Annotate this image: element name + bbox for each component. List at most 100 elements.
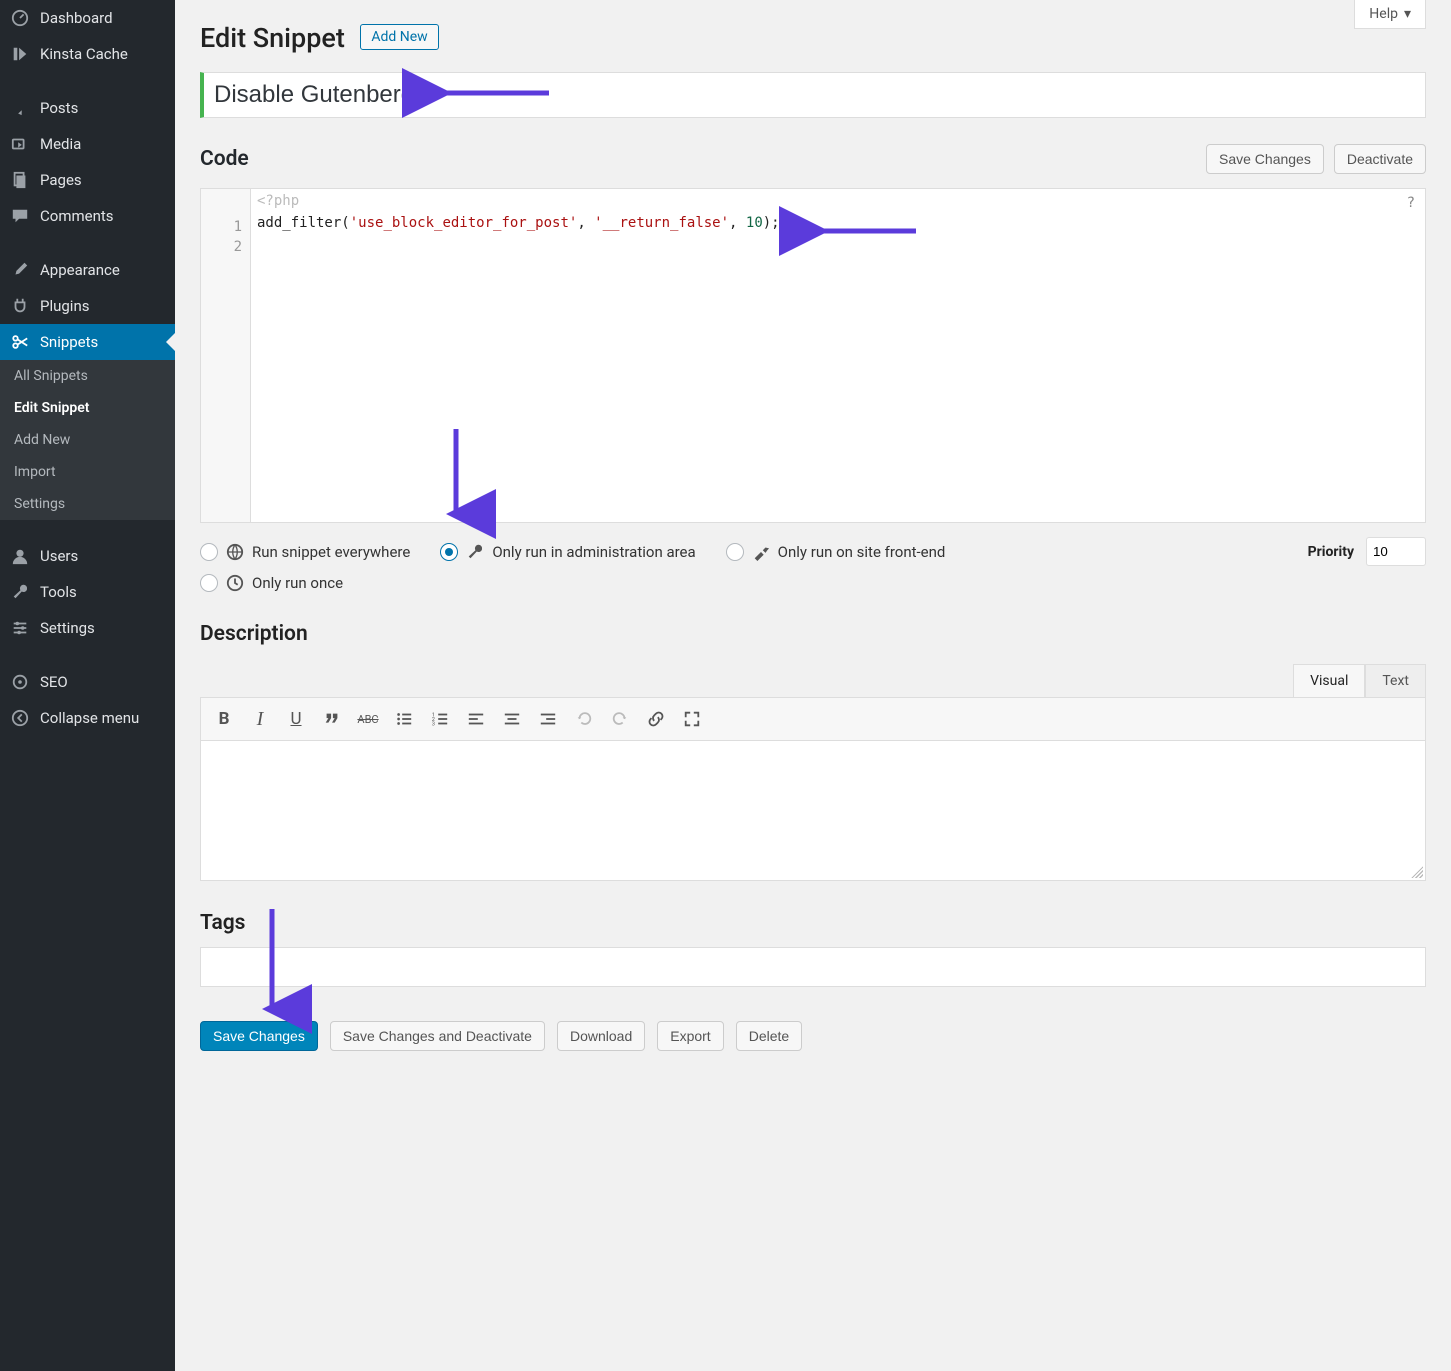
save-and-deactivate-button[interactable]: Save Changes and Deactivate [330, 1021, 545, 1051]
sidebar-collapse[interactable]: Collapse menu [0, 700, 175, 736]
sidebar-label: Posts [40, 99, 78, 117]
seo-icon [10, 673, 30, 691]
numbered-list-button[interactable]: 123 [423, 702, 457, 736]
sidebar-item-dashboard[interactable]: Dashboard [0, 0, 175, 36]
priority-input[interactable] [1366, 537, 1426, 566]
sidebar-item-snippets[interactable]: Snippets [0, 324, 175, 360]
deactivate-button[interactable]: Deactivate [1334, 144, 1426, 174]
sidebar-label: Users [40, 547, 78, 565]
sidebar-item-pages[interactable]: Pages [0, 162, 175, 198]
code-help-icon[interactable]: ? [1407, 195, 1415, 211]
sidebar-item-tools[interactable]: Tools [0, 574, 175, 610]
sidebar-label: Dashboard [40, 9, 113, 27]
sidebar-item-media[interactable]: Media [0, 126, 175, 162]
redo-button[interactable] [603, 702, 637, 736]
help-tab[interactable]: Help ▾ [1354, 0, 1426, 29]
wrench-icon [10, 583, 30, 601]
chevron-down-icon: ▾ [1404, 6, 1411, 22]
strikethrough-button[interactable]: ABC [351, 702, 385, 736]
sidebar-label: Collapse menu [40, 709, 139, 727]
submenu-add-new[interactable]: Add New [0, 424, 175, 456]
save-changes-button-top[interactable]: Save Changes [1206, 144, 1324, 174]
description-editor[interactable] [200, 741, 1426, 881]
snippet-title-input[interactable] [212, 77, 1417, 113]
sidebar-item-plugins[interactable]: Plugins [0, 288, 175, 324]
italic-button[interactable]: I [243, 702, 277, 736]
tab-visual[interactable]: Visual [1293, 664, 1365, 697]
sidebar-label: Appearance [40, 261, 120, 279]
scope-label: Only run once [252, 574, 343, 592]
priority-label: Priority [1308, 544, 1354, 560]
php-open-tag: <?php [251, 189, 1425, 213]
sidebar-label: Plugins [40, 297, 89, 315]
bullet-list-button[interactable] [387, 702, 421, 736]
snippet-title-wrap [200, 72, 1426, 118]
pin-icon [10, 99, 30, 117]
sidebar-item-seo[interactable]: SEO [0, 664, 175, 700]
description-heading: Description [200, 622, 1426, 646]
sidebar-item-appearance[interactable]: Appearance [0, 252, 175, 288]
bold-button[interactable]: B [207, 702, 241, 736]
sidebar-item-users[interactable]: Users [0, 538, 175, 574]
sidebar-label: Snippets [40, 333, 98, 351]
editor-tabs: Visual Text [200, 664, 1426, 697]
scope-once[interactable]: Only run once [200, 574, 1426, 592]
export-button[interactable]: Export [657, 1021, 723, 1051]
radio-icon [200, 543, 218, 561]
main-content: Help ▾ Edit Snippet Add New Code Save Ch… [175, 0, 1451, 1371]
wrench-icon [466, 543, 484, 561]
priority-field: Priority [1308, 537, 1426, 566]
globe-icon [226, 543, 244, 561]
page-title: Edit Snippet [200, 22, 345, 54]
pages-icon [10, 171, 30, 189]
link-button[interactable] [639, 702, 673, 736]
kinsta-icon [10, 45, 30, 63]
fullscreen-button[interactable] [675, 702, 709, 736]
code-line-1[interactable]: add_filter('use_block_editor_for_post', … [251, 213, 1425, 233]
save-changes-button[interactable]: Save Changes [200, 1021, 318, 1051]
undo-button[interactable] [567, 702, 601, 736]
tab-text[interactable]: Text [1365, 664, 1426, 697]
resize-handle[interactable] [1411, 866, 1423, 878]
blockquote-button[interactable] [315, 702, 349, 736]
submenu-all-snippets[interactable]: All Snippets [0, 360, 175, 392]
sidebar-label: Settings [40, 619, 95, 637]
align-left-button[interactable] [459, 702, 493, 736]
submenu-edit-snippet[interactable]: Edit Snippet [0, 392, 175, 424]
hammer-icon [752, 543, 770, 561]
delete-button[interactable]: Delete [736, 1021, 802, 1051]
sidebar-label: SEO [40, 673, 68, 691]
scope-frontend[interactable]: Only run on site front-end [726, 543, 946, 561]
sidebar-label: Tools [40, 583, 77, 601]
code-editor[interactable]: 12 <?php add_filter('use_block_editor_fo… [200, 188, 1426, 523]
scope-label: Only run on site front-end [778, 543, 946, 561]
add-new-button[interactable]: Add New [360, 24, 438, 50]
scope-admin[interactable]: Only run in administration area [440, 543, 695, 561]
scissors-icon [10, 333, 30, 351]
code-heading: Code [200, 147, 1196, 171]
align-center-button[interactable] [495, 702, 529, 736]
radio-icon [726, 543, 744, 561]
admin-sidebar: Dashboard Kinsta Cache Posts Media Pages… [0, 0, 175, 1371]
align-right-button[interactable] [531, 702, 565, 736]
download-button[interactable]: Download [557, 1021, 645, 1051]
svg-text:3: 3 [432, 721, 435, 727]
scope-label: Only run in administration area [492, 543, 695, 561]
sidebar-submenu-snippets: All Snippets Edit Snippet Add New Import… [0, 360, 175, 520]
sidebar-item-posts[interactable]: Posts [0, 90, 175, 126]
sidebar-label: Kinsta Cache [40, 45, 128, 63]
underline-button[interactable]: U [279, 702, 313, 736]
sidebar-item-settings[interactable]: Settings [0, 610, 175, 646]
collapse-icon [10, 709, 30, 727]
scope-everywhere[interactable]: Run snippet everywhere [200, 543, 410, 561]
dashboard-icon [10, 9, 30, 27]
submenu-settings[interactable]: Settings [0, 488, 175, 520]
sidebar-label: Media [40, 135, 81, 153]
tags-input[interactable] [200, 947, 1426, 987]
sidebar-item-comments[interactable]: Comments [0, 198, 175, 234]
sidebar-label: Pages [40, 171, 82, 189]
submenu-import[interactable]: Import [0, 456, 175, 488]
media-icon [10, 135, 30, 153]
sidebar-item-kinsta[interactable]: Kinsta Cache [0, 36, 175, 72]
annotation-arrow [446, 429, 466, 528]
